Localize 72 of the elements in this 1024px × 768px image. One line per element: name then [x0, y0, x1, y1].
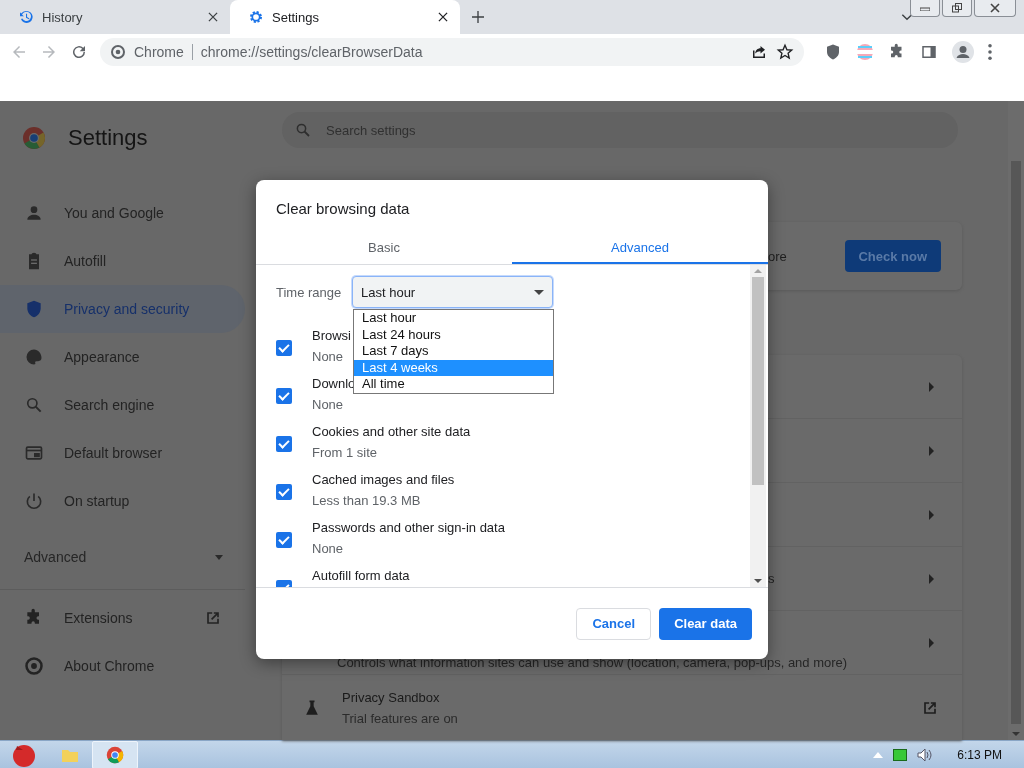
- browser-window-icon: [24, 443, 44, 463]
- person-icon: [24, 203, 44, 223]
- speaker-icon[interactable]: [917, 747, 934, 762]
- checkbox[interactable]: [276, 436, 292, 452]
- browser-tab[interactable]: History: [0, 0, 230, 34]
- sidebar-item[interactable]: Appearance: [0, 333, 245, 381]
- item-title: Cookies and other site data: [312, 424, 471, 439]
- scrollbar[interactable]: [750, 265, 766, 587]
- item-subtitle: None: [312, 349, 345, 364]
- scrollbar[interactable]: [1008, 101, 1024, 740]
- chrome-logo-icon: [110, 43, 126, 60]
- power-icon: [24, 491, 44, 511]
- close-icon: [206, 10, 220, 24]
- item-title: Browsi: [312, 328, 351, 343]
- star-icon: [776, 42, 794, 61]
- sidebar-item[interactable]: About Chrome: [0, 642, 245, 690]
- dropdown-option[interactable]: Last hour: [354, 310, 553, 327]
- item-subtitle: None: [312, 541, 345, 556]
- close-icon: [990, 3, 1000, 13]
- taskbar-button[interactable]: [92, 740, 138, 768]
- item-title: Passwords and other sign-in data: [312, 520, 505, 535]
- address-bar[interactable]: Chrome chrome://settings/clearBrowserData: [100, 37, 804, 66]
- restore-icon: [952, 3, 962, 13]
- sidebar-item[interactable]: You and Google: [0, 189, 245, 237]
- minimize-icon: [920, 5, 930, 11]
- search-icon: [24, 395, 44, 415]
- battery-icon[interactable]: [893, 748, 908, 761]
- shield-icon: [24, 299, 44, 319]
- dialog-tab[interactable]: Advanced: [512, 226, 768, 264]
- sidebar-item[interactable]: On startup: [0, 477, 245, 525]
- dropdown-option[interactable]: Last 4 weeks: [354, 359, 553, 376]
- clock[interactable]: 6:13 PM: [957, 747, 1002, 762]
- chrome-logo-icon: [106, 745, 124, 764]
- browser-tab[interactable]: Settings: [230, 0, 460, 34]
- check-now-button[interactable]: Check now: [844, 240, 941, 272]
- sidebar-item[interactable]: Privacy and security: [0, 285, 245, 333]
- sidebar-item[interactable]: Autofill: [0, 237, 245, 285]
- item-title: Autofill form data: [312, 568, 410, 583]
- sidebar-item[interactable]: Extensions: [0, 594, 245, 642]
- settings-title: Settings: [68, 125, 148, 151]
- clear-data-button[interactable]: Clear data: [659, 607, 752, 640]
- close-button[interactable]: [974, 0, 1016, 17]
- checkbox[interactable]: [276, 388, 292, 404]
- palette-icon: [24, 347, 44, 367]
- dropdown-option[interactable]: All time: [354, 376, 553, 393]
- history-icon: [18, 9, 34, 25]
- dropdown-option[interactable]: Last 7 days: [354, 343, 553, 360]
- cancel-button[interactable]: Cancel: [576, 607, 652, 640]
- item-subtitle: None: [312, 397, 345, 412]
- checkbox[interactable]: [276, 484, 292, 500]
- item-subtitle: From 1 site: [312, 445, 378, 460]
- time-range-dropdown[interactable]: Last hour: [352, 276, 553, 308]
- menu-icon[interactable]: [988, 43, 992, 60]
- gear-icon: [248, 9, 264, 25]
- dialog-title: Clear browsing data: [275, 199, 411, 219]
- chrome-logo-icon: [24, 656, 44, 676]
- restore-button[interactable]: [942, 0, 972, 17]
- sidebar-item[interactable]: Search engine: [0, 381, 245, 429]
- settings-row[interactable]: Privacy Sandbox Trial features are on: [282, 675, 962, 740]
- item-title: Cached images and files: [312, 472, 455, 487]
- new-tab-icon: [470, 9, 486, 25]
- close-icon: [436, 10, 450, 24]
- avatar-icon[interactable]: [952, 40, 974, 63]
- item-subtitle: Less than 19.3 MB: [312, 493, 422, 508]
- advanced-section-toggle[interactable]: Advanced: [0, 537, 245, 577]
- dropdown-option[interactable]: Last 24 hours: [354, 326, 553, 343]
- sidebar-item[interactable]: Default browser: [0, 429, 245, 477]
- checkbox[interactable]: [276, 532, 292, 548]
- search-icon: [294, 121, 312, 139]
- checkbox[interactable]: [276, 340, 292, 356]
- chrome-logo-icon: [22, 126, 46, 150]
- shield-extension-icon: [824, 42, 842, 61]
